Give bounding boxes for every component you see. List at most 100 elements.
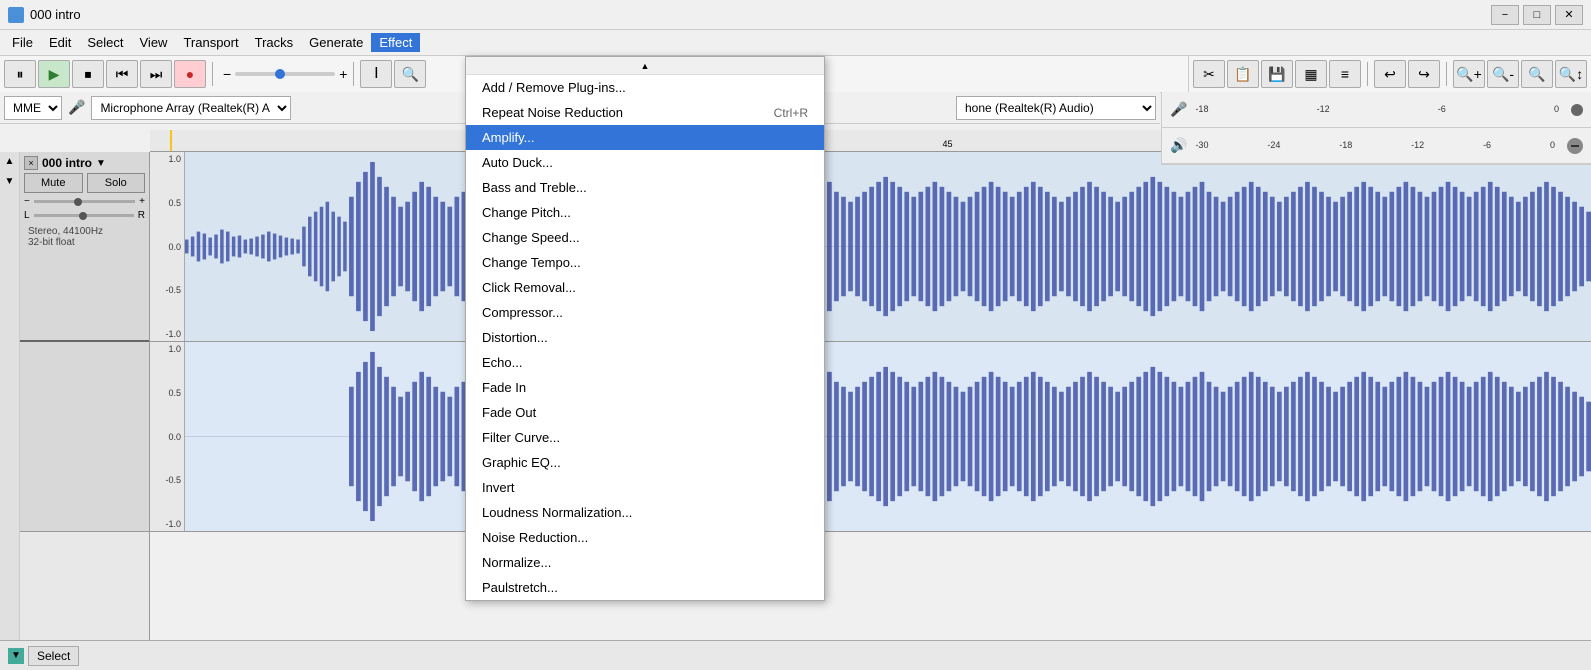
menu-loudness-normalization[interactable]: Loudness Normalization... — [466, 500, 824, 525]
menu-invert[interactable]: Invert — [466, 475, 824, 500]
menu-item-label: Fade In — [482, 380, 526, 395]
speed-slider[interactable] — [235, 72, 335, 76]
menu-amplify[interactable]: Amplify... — [466, 125, 824, 150]
menu-echo[interactable]: Echo... — [466, 350, 824, 375]
audio-host-select[interactable]: MME — [4, 96, 62, 120]
zoom-sel-button[interactable]: 🔍↕ — [1555, 60, 1587, 88]
cut-button[interactable]: ✂ — [1193, 60, 1225, 88]
menu-paulstretch[interactable]: Paulstretch... — [466, 575, 824, 600]
waveform-area: 1.0 0.5 0.0 -0.5 -1.0 — [150, 152, 1591, 640]
track-close-button[interactable]: × — [24, 156, 38, 170]
minimize-button[interactable]: − — [1491, 5, 1519, 25]
undo-button[interactable]: ↩ — [1374, 60, 1406, 88]
pan-l: L — [24, 210, 30, 221]
menu-item-label: Change Pitch... — [482, 205, 571, 220]
menu-item-label: Filter Curve... — [482, 430, 560, 445]
gain-minus[interactable]: − — [24, 196, 30, 207]
menu-bass-treble[interactable]: Bass and Treble... — [466, 175, 824, 200]
copy-button[interactable]: 📋 — [1227, 60, 1259, 88]
pan-thumb — [79, 212, 87, 220]
input-meter-bars: -18 -12 -6 0 — [1191, 104, 1563, 115]
menu-normalize[interactable]: Normalize... — [466, 550, 824, 575]
track-arrow[interactable]: ▼ — [96, 158, 106, 169]
meter-label: 0 — [1554, 104, 1559, 114]
menu-item-label: Noise Reduction... — [482, 530, 588, 545]
tool-cursor[interactable]: I — [360, 60, 392, 88]
menu-graphic-eq[interactable]: Graphic EQ... — [466, 450, 824, 475]
menu-auto-duck[interactable]: Auto Duck... — [466, 150, 824, 175]
redo-button[interactable]: ↪ — [1408, 60, 1440, 88]
zoom-fit-button[interactable]: 🔍 — [1521, 60, 1553, 88]
tool-zoom[interactable]: 🔍 — [394, 60, 426, 88]
app-icon — [8, 7, 24, 23]
speed-minus[interactable]: − — [223, 66, 231, 82]
speed-plus[interactable]: + — [339, 66, 347, 82]
select-button[interactable]: Select — [28, 646, 79, 666]
y-label-0.0: 0.0 — [150, 242, 184, 252]
gain-thumb — [74, 198, 82, 206]
close-button[interactable]: ✕ — [1555, 5, 1583, 25]
menu-change-speed[interactable]: Change Speed... — [466, 225, 824, 250]
menu-compressor[interactable]: Compressor... — [466, 300, 824, 325]
ruler-mark-45: 45 — [943, 139, 953, 149]
output-meter-row: 🔊 -30 -24 -18 -12 -6 0 — [1162, 128, 1591, 164]
solo-button[interactable]: Solo — [87, 173, 146, 193]
lower-y-axis: 1.0 0.5 0.0 -0.5 -1.0 — [150, 342, 185, 531]
menu-fade-out[interactable]: Fade Out — [466, 400, 824, 425]
skip-forward-button[interactable]: ⏭ — [140, 60, 172, 88]
menu-change-pitch[interactable]: Change Pitch... — [466, 200, 824, 225]
status-arrow[interactable]: ▼ — [8, 648, 24, 664]
position-marker — [170, 130, 172, 151]
menu-item-label: Echo... — [482, 355, 522, 370]
menu-view[interactable]: View — [132, 33, 176, 52]
meter-label: -12 — [1317, 104, 1330, 114]
upper-waveform-track: 1.0 0.5 0.0 -0.5 -1.0 — [150, 152, 1591, 342]
menu-click-removal[interactable]: Click Removal... — [466, 275, 824, 300]
menu-transport[interactable]: Transport — [175, 33, 246, 52]
y-label-1.0: 1.0 — [150, 154, 184, 164]
menu-file[interactable]: File — [4, 33, 41, 52]
rtb-sep2 — [1446, 62, 1447, 86]
gain-plus[interactable]: + — [139, 196, 145, 207]
left-tool-2[interactable]: ▼ — [2, 176, 18, 192]
menu-select[interactable]: Select — [79, 33, 131, 52]
menu-edit[interactable]: Edit — [41, 33, 79, 52]
menu-noise-reduction[interactable]: Noise Reduction... — [466, 525, 824, 550]
gain-slider[interactable] — [34, 200, 135, 203]
maximize-button[interactable]: □ — [1523, 5, 1551, 25]
mute-button[interactable]: Mute — [24, 173, 83, 193]
menu-tracks[interactable]: Tracks — [247, 33, 302, 52]
menu-repeat-noise-reduction[interactable]: Repeat Noise Reduction Ctrl+R — [466, 100, 824, 125]
scroll-up-button[interactable]: ▲ — [466, 57, 824, 75]
record-button[interactable]: ● — [174, 60, 206, 88]
zoom-in-button[interactable]: 🔍+ — [1453, 60, 1485, 88]
pause-button[interactable]: ⏸ — [4, 60, 36, 88]
skip-back-button[interactable]: ⏮ — [106, 60, 138, 88]
toolbar-separator-1 — [212, 62, 213, 86]
speed-thumb — [275, 69, 285, 79]
meter-label: -24 — [1267, 140, 1280, 150]
menu-change-tempo[interactable]: Change Tempo... — [466, 250, 824, 275]
pan-slider[interactable] — [34, 214, 134, 217]
input-device-select[interactable]: Microphone Array (Realtek(R) Au — [91, 96, 291, 120]
left-tool-1[interactable]: ▲ — [2, 156, 18, 172]
menu-item-label: Loudness Normalization... — [482, 505, 632, 520]
menu-fade-in[interactable]: Fade In — [466, 375, 824, 400]
track-info-line1: Stereo, 44100Hz — [28, 226, 141, 237]
paste-button[interactable]: 💾 — [1261, 60, 1293, 88]
menu-generate[interactable]: Generate — [301, 33, 371, 52]
stop-button[interactable]: ⏹ — [72, 60, 104, 88]
menu-add-remove-plugins[interactable]: Add / Remove Plug-ins... — [466, 75, 824, 100]
output-control[interactable] — [1567, 138, 1583, 154]
play-button[interactable]: ▶ — [38, 60, 70, 88]
zoom-out-button[interactable]: 🔍- — [1487, 60, 1519, 88]
menu-item-label: Add / Remove Plug-ins... — [482, 80, 626, 95]
silence-button[interactable]: ≡ — [1329, 60, 1361, 88]
menu-distortion[interactable]: Distortion... — [466, 325, 824, 350]
menu-effect[interactable]: Effect — [371, 33, 420, 52]
output-device-select[interactable]: hone (Realtek(R) Audio) — [956, 96, 1156, 120]
trim-button[interactable]: ▦ — [1295, 60, 1327, 88]
monitoring-light — [1571, 104, 1583, 116]
menu-filter-curve[interactable]: Filter Curve... — [466, 425, 824, 450]
meter-label: -6 — [1438, 104, 1446, 114]
